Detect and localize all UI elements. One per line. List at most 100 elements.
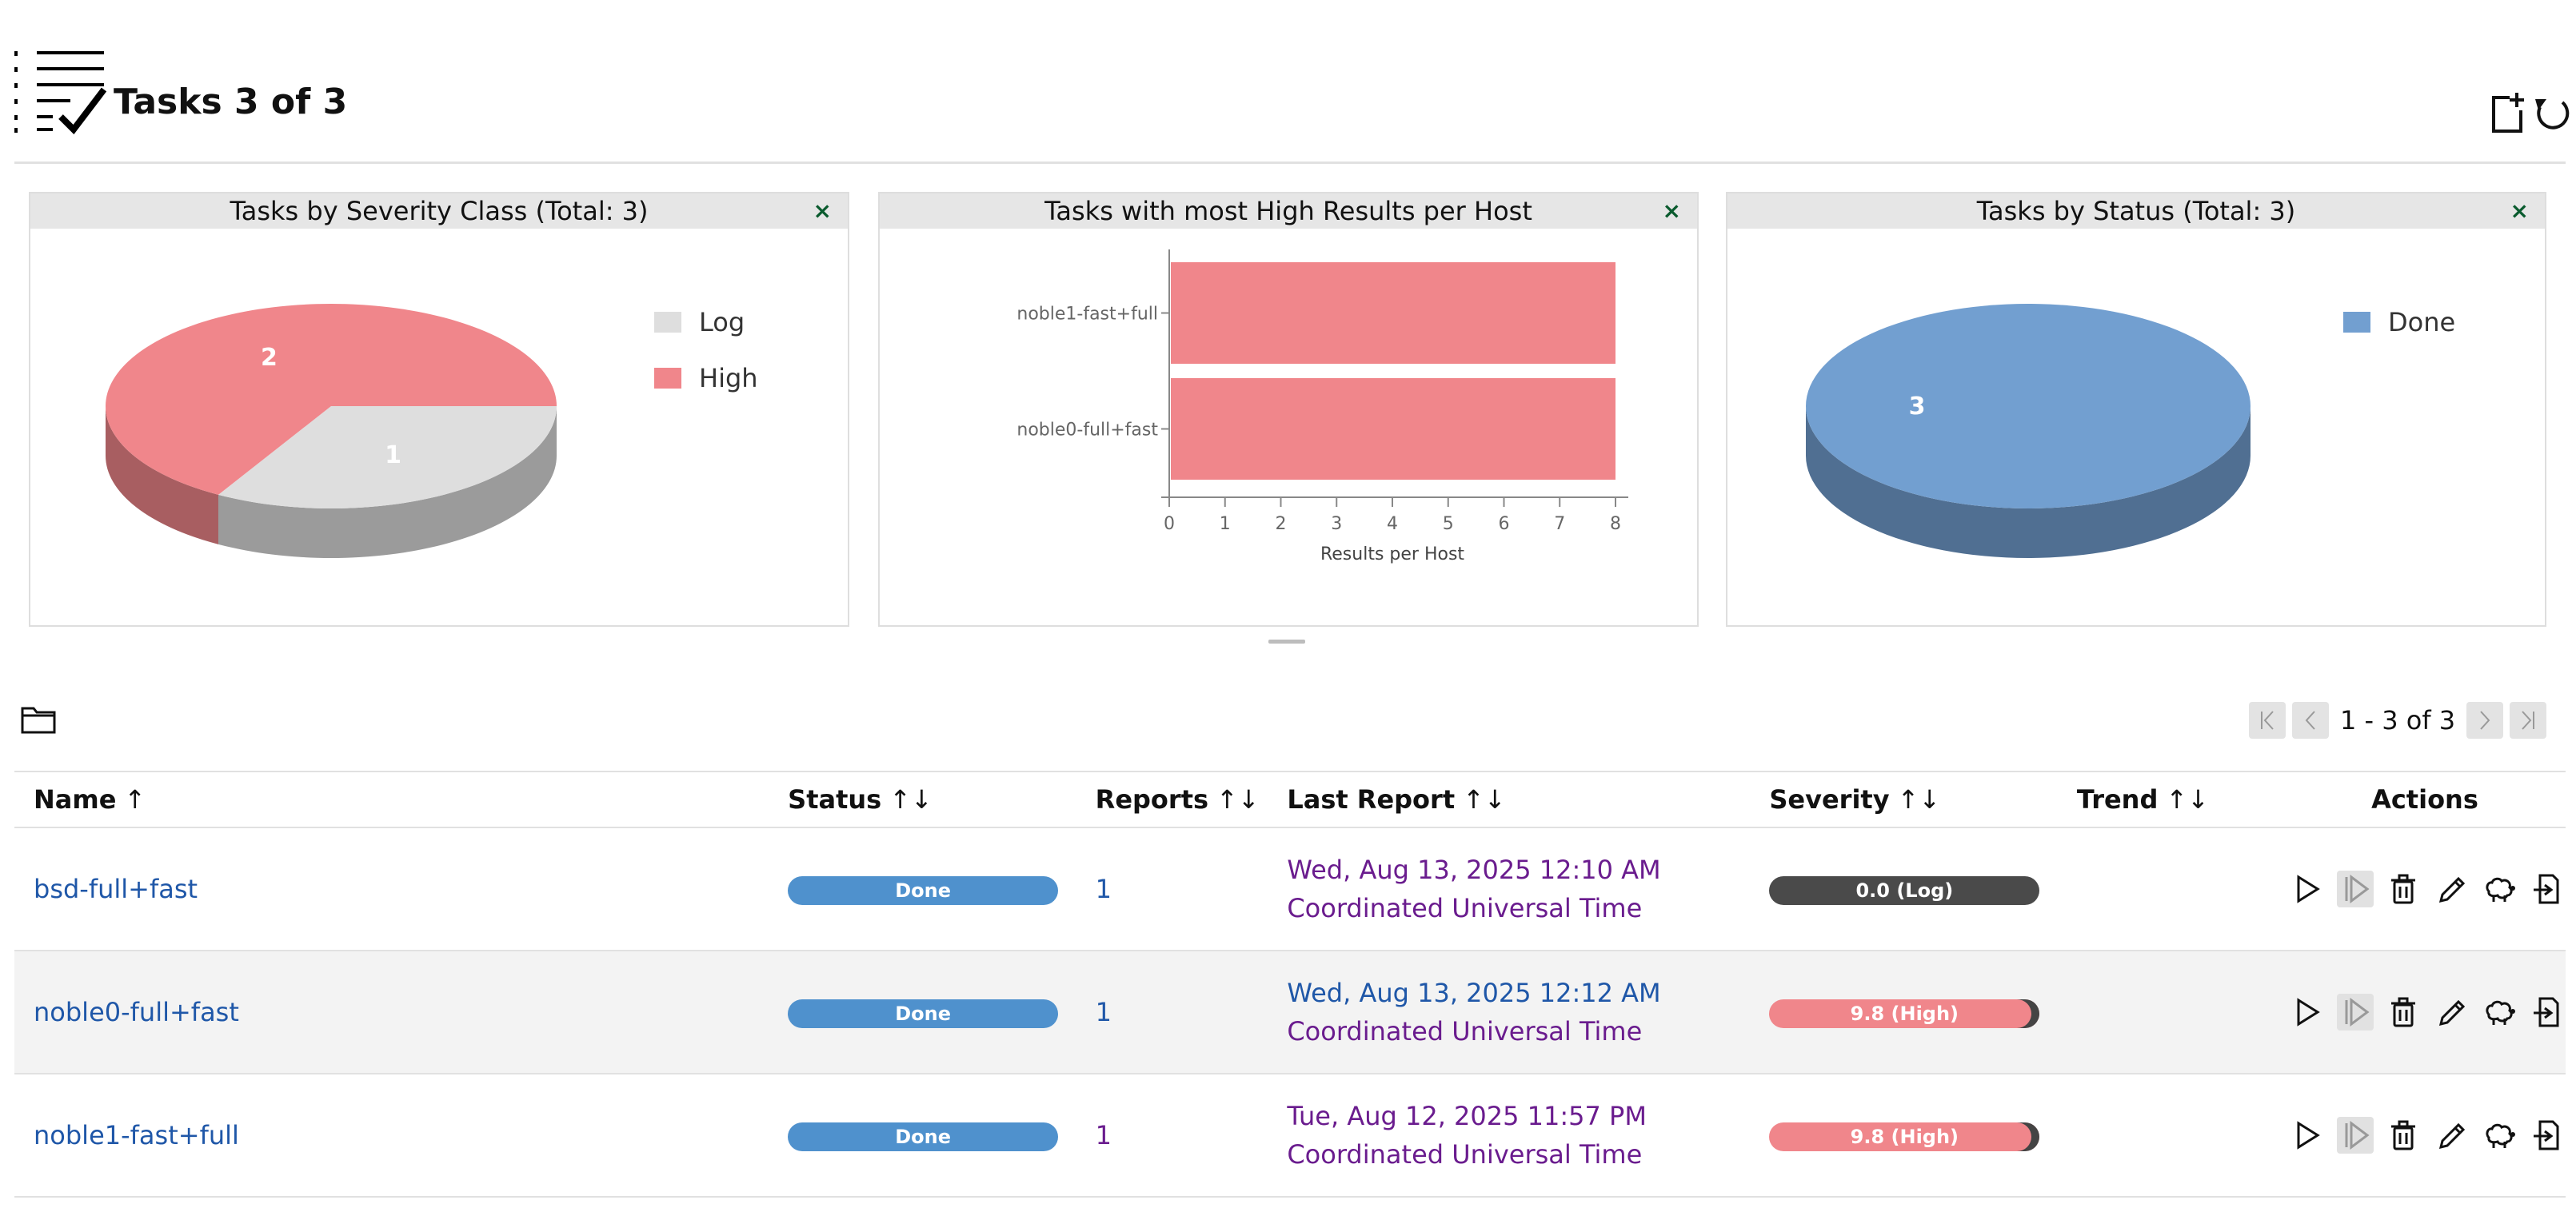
reports-count-link[interactable]: 1 bbox=[1096, 997, 1112, 1027]
next-page-button[interactable] bbox=[2466, 702, 2504, 739]
sort-icon: ↑↓ bbox=[2166, 784, 2209, 815]
pie-value-label: 1 bbox=[385, 441, 401, 469]
status-badge: Done bbox=[788, 876, 1059, 905]
status-pie-svg: 3 Done bbox=[1806, 304, 2455, 558]
resume-task-icon bbox=[2336, 994, 2374, 1031]
x-tick-label: 8 bbox=[1610, 514, 1621, 534]
clone-sheep-icon[interactable] bbox=[2481, 1117, 2518, 1154]
resume-task-icon bbox=[2336, 1117, 2374, 1154]
export-icon[interactable] bbox=[2529, 1117, 2566, 1154]
trash-icon[interactable] bbox=[2385, 994, 2422, 1031]
previous-page-button[interactable] bbox=[2292, 702, 2329, 739]
sort-icon: ↑↓ bbox=[1463, 784, 1506, 815]
status-badge: Done bbox=[788, 1122, 1059, 1151]
tasks-table: Name ↑ Status ↑↓ Reports ↑↓ Last Report ↑↓ S… bbox=[14, 771, 2566, 1198]
close-chart-button[interactable]: × bbox=[1663, 193, 1681, 229]
column-header-severity[interactable]: Severity ↑↓ bbox=[1769, 784, 1940, 815]
last-report-timezone[interactable]: Coordinated Universal Time bbox=[1287, 1135, 1769, 1174]
task-name-link[interactable]: noble0-full+fast bbox=[34, 997, 239, 1027]
trend-cell bbox=[2076, 951, 2284, 1074]
column-header-actions: Actions bbox=[2371, 784, 2478, 815]
high-results-chart: Tasks with most High Results per Host × … bbox=[878, 192, 1699, 627]
edit-pencil-icon[interactable] bbox=[2433, 994, 2470, 1031]
column-label: Trend bbox=[2076, 784, 2159, 815]
resume-task-icon bbox=[2336, 871, 2374, 907]
close-chart-button[interactable]: × bbox=[813, 193, 832, 229]
trash-icon[interactable] bbox=[2385, 1117, 2422, 1154]
chart-title-bar: Tasks by Status (Total: 3) × bbox=[1727, 193, 2545, 229]
x-tick-label: 2 bbox=[1276, 514, 1287, 534]
close-chart-button[interactable]: × bbox=[2510, 193, 2529, 229]
start-task-icon[interactable] bbox=[2289, 994, 2326, 1031]
trash-icon[interactable] bbox=[2385, 871, 2422, 907]
task-name-link[interactable]: bsd-full+fast bbox=[34, 874, 198, 904]
trend-cell bbox=[2076, 827, 2284, 951]
export-icon[interactable] bbox=[2529, 871, 2566, 907]
chart-title: Tasks with most High Results per Host bbox=[1044, 196, 1532, 226]
last-page-button[interactable] bbox=[2510, 702, 2547, 739]
last-report-timezone[interactable]: Coordinated Universal Time bbox=[1287, 1012, 1769, 1051]
pie-slice-done bbox=[1806, 304, 2251, 508]
dashboard-resize-handle[interactable] bbox=[1268, 640, 1305, 644]
chart-title: Tasks by Status (Total: 3) bbox=[1976, 196, 2296, 226]
column-header-status[interactable]: Status ↑↓ bbox=[788, 784, 933, 815]
column-header-reports[interactable]: Reports ↑↓ bbox=[1096, 784, 1260, 815]
x-tick-label: 3 bbox=[1331, 514, 1342, 534]
table-header-row: Name ↑ Status ↑↓ Reports ↑↓ Last Report ↑↓ S… bbox=[14, 771, 2566, 828]
severity-badge: 0.0 (Log) bbox=[1769, 876, 2040, 905]
start-task-icon[interactable] bbox=[2289, 1117, 2326, 1154]
x-tick-label: 7 bbox=[1554, 514, 1565, 534]
chevron-left-icon bbox=[2305, 711, 2315, 730]
clone-sheep-icon[interactable] bbox=[2481, 994, 2518, 1031]
sort-icon: ↑↓ bbox=[889, 784, 933, 815]
actions-group bbox=[2284, 994, 2566, 1031]
reports-count-link[interactable]: 1 bbox=[1096, 1120, 1112, 1150]
refresh-icon[interactable] bbox=[2530, 91, 2574, 134]
severity-badge: 9.8 (High) bbox=[1769, 999, 2040, 1028]
column-header-last-report[interactable]: Last Report ↑↓ bbox=[1287, 784, 1505, 815]
table-row: noble1-fast+full Done 1 Tue, Aug 12, 202… bbox=[14, 1074, 2566, 1198]
high-results-bar-svg: noble1-fast+full noble0-full+fast 0 1 2 3 4 5 6 7… bbox=[1016, 249, 1628, 564]
legend-swatch-high bbox=[654, 368, 681, 389]
actions-group bbox=[2284, 871, 2566, 907]
reports-count-link[interactable]: 1 bbox=[1096, 874, 1112, 904]
x-tick-label: 6 bbox=[1499, 514, 1510, 534]
pagination-info: 1 - 3 of 3 bbox=[2340, 705, 2456, 736]
edit-pencil-icon[interactable] bbox=[2433, 1117, 2470, 1154]
last-report-date-link[interactable]: Wed, Aug 13, 2025 12:12 AM bbox=[1287, 974, 1769, 1012]
x-tick-label: 0 bbox=[1164, 514, 1175, 534]
sort-icon: ↑↓ bbox=[1216, 784, 1260, 815]
sort-icon: ↑ bbox=[124, 784, 146, 815]
export-icon[interactable] bbox=[2529, 994, 2566, 1031]
legend-label-done: Done bbox=[2388, 307, 2455, 337]
task-name-link[interactable]: noble1-fast+full bbox=[34, 1120, 239, 1150]
first-page-button[interactable] bbox=[2249, 702, 2286, 739]
last-page-icon bbox=[2522, 711, 2535, 730]
x-axis-label: Results per Host bbox=[1320, 544, 1464, 564]
pagination: 1 - 3 of 3 bbox=[2249, 700, 2547, 740]
task-list-icon bbox=[14, 51, 107, 134]
table-row: noble0-full+fast Done 1 Wed, Aug 13, 202… bbox=[14, 951, 2566, 1074]
last-report-date-link[interactable]: Tue, Aug 12, 2025 11:57 PM bbox=[1287, 1097, 1769, 1135]
edit-pencil-icon[interactable] bbox=[2433, 871, 2470, 907]
clone-sheep-icon[interactable] bbox=[2481, 871, 2518, 907]
bar-noble1-fast+full bbox=[1171, 262, 1615, 364]
new-task-icon[interactable] bbox=[2486, 91, 2529, 134]
column-label: Status bbox=[788, 784, 882, 815]
first-page-icon bbox=[2261, 711, 2274, 730]
sort-icon: ↑↓ bbox=[1897, 784, 1941, 815]
status-chart: Tasks by Status (Total: 3) × 3 Done bbox=[1726, 192, 2546, 627]
last-report-date-link[interactable]: Wed, Aug 13, 2025 12:10 AM bbox=[1287, 851, 1769, 889]
trend-cell bbox=[2076, 1074, 2284, 1198]
severity-badge: 9.8 (High) bbox=[1769, 1122, 2040, 1151]
legend-label-log: Log bbox=[699, 307, 745, 337]
last-report-timezone[interactable]: Coordinated Universal Time bbox=[1287, 889, 1769, 927]
column-header-trend[interactable]: Trend ↑↓ bbox=[2077, 784, 2209, 815]
severity-pie-svg: 1 2 Log High bbox=[106, 304, 758, 558]
page-header: Tasks 3 of 3 bbox=[14, 34, 2570, 164]
legend-label-high: High bbox=[699, 363, 758, 393]
column-label: Severity bbox=[1769, 784, 1890, 815]
folder-icon[interactable] bbox=[21, 704, 56, 736]
start-task-icon[interactable] bbox=[2289, 871, 2326, 907]
column-header-name[interactable]: Name ↑ bbox=[34, 784, 146, 815]
